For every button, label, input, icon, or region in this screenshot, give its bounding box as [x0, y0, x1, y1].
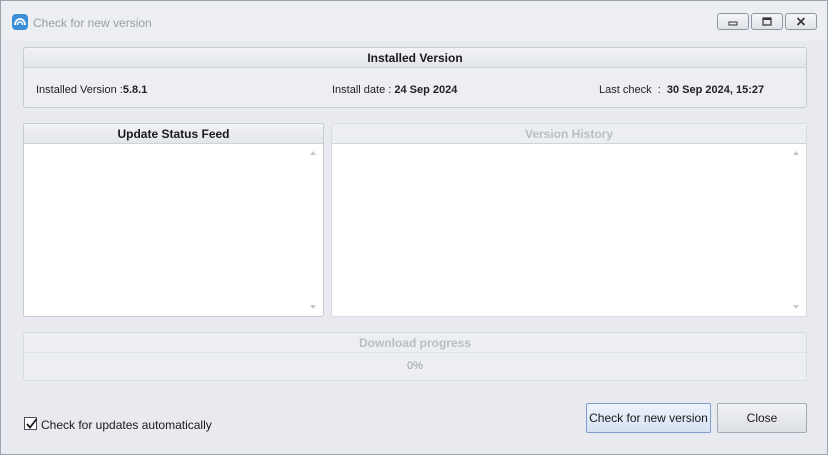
last-check-info: Last check : 30 Sep 2024, 15:27 [599, 84, 764, 96]
minimize-icon [728, 21, 738, 26]
close-icon [796, 17, 806, 26]
scroll-down-icon[interactable] [793, 305, 799, 309]
app-cloud-icon [12, 14, 28, 30]
update-dialog: Check for new version Installed Version … [0, 0, 828, 455]
minimize-button[interactable] [717, 13, 749, 30]
installed-version-header: Installed Version [24, 48, 806, 68]
version-history-panel[interactable]: Version History [331, 123, 807, 317]
install-date-label: Install date : [332, 84, 395, 96]
installed-version-label: Installed Version : [36, 84, 123, 96]
scroll-up-icon[interactable] [310, 151, 316, 155]
installed-version-info: Installed Version :5.8.1 [36, 84, 147, 96]
restore-button[interactable] [751, 13, 783, 30]
last-check-label: Last check : [599, 84, 667, 96]
download-progress-panel: Download progress 0% [23, 332, 807, 381]
close-window-button[interactable] [785, 13, 817, 30]
checkmark-icon [26, 418, 38, 429]
check-new-version-button[interactable]: Check for new version [586, 403, 711, 433]
scroll-up-icon[interactable] [793, 151, 799, 155]
version-history-scrollbar[interactable] [789, 145, 805, 315]
title-bar[interactable]: Check for new version [1, 1, 827, 41]
version-history-header: Version History [332, 124, 806, 144]
install-date-info: Install date : 24 Sep 2024 [332, 84, 457, 96]
auto-check-checkbox[interactable] [24, 417, 38, 430]
download-progress-header: Download progress [24, 333, 806, 353]
window-title: Check for new version [33, 16, 152, 30]
download-progress-value: 0% [407, 360, 423, 372]
restore-icon [762, 17, 772, 26]
status-feed-scrollbar[interactable] [306, 145, 322, 315]
update-status-feed-panel[interactable]: Update Status Feed [23, 123, 324, 317]
installed-version-value: 5.8.1 [122, 84, 148, 96]
last-check-value: 30 Sep 2024, 15:27 [666, 84, 765, 96]
installed-version-panel: Installed Version Installed Version :5.8… [23, 47, 807, 108]
install-date-value: 24 Sep 2024 [394, 84, 458, 96]
scroll-down-icon[interactable] [310, 305, 316, 309]
update-status-feed-header: Update Status Feed [24, 124, 323, 144]
auto-check-label[interactable]: Check for updates automatically [41, 418, 212, 432]
close-button[interactable]: Close [717, 403, 807, 433]
